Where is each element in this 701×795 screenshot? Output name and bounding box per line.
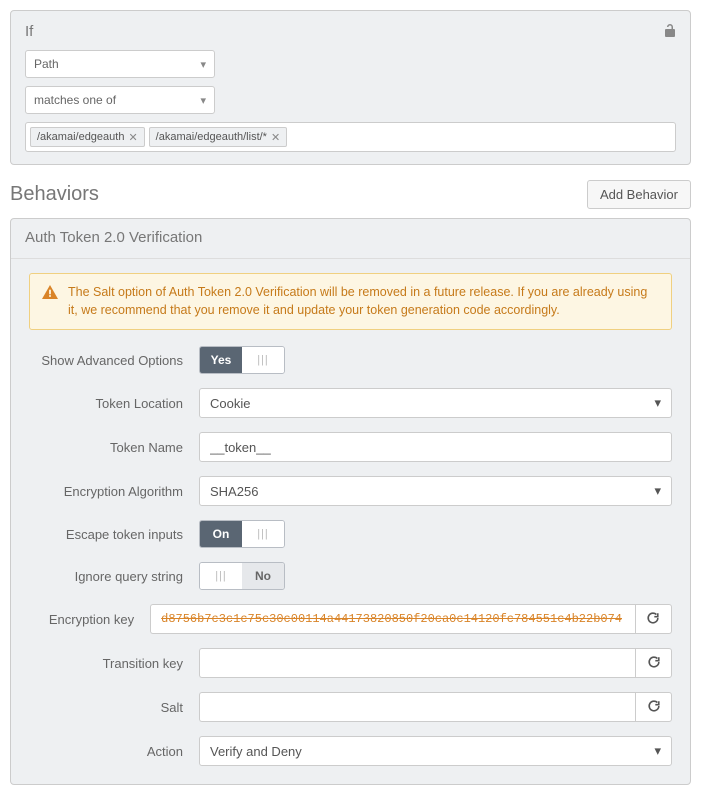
toggle-grip-icon: ||| bbox=[242, 347, 284, 373]
toggle-no: No bbox=[242, 563, 284, 589]
chevron-down-icon: ▾ bbox=[200, 58, 206, 71]
label-action: Action bbox=[29, 744, 199, 759]
token-name-input[interactable] bbox=[199, 432, 672, 462]
label-encryption-algorithm: Encryption Algorithm bbox=[29, 484, 199, 499]
advanced-options-toggle[interactable]: Yes ||| bbox=[199, 346, 285, 374]
salt-input[interactable] bbox=[199, 692, 635, 722]
regenerate-key-button[interactable] bbox=[635, 604, 672, 634]
if-panel-header: If bbox=[25, 23, 676, 40]
escape-inputs-toggle[interactable]: On ||| bbox=[199, 520, 285, 548]
warning-icon bbox=[42, 284, 58, 319]
warning-alert: The Salt option of Auth Token 2.0 Verifi… bbox=[29, 273, 672, 330]
label-token-name: Token Name bbox=[29, 440, 199, 455]
match-tag-label: /akamai/edgeauth/list/* bbox=[156, 131, 267, 143]
match-tag: /akamai/edgeauth/list/* ✕ bbox=[149, 127, 288, 147]
label-escape-inputs: Escape token inputs bbox=[29, 527, 199, 542]
if-title: If bbox=[25, 23, 33, 40]
if-panel: If Path ▾ matches one of ▾ /akamai/edgea… bbox=[10, 10, 691, 165]
refresh-icon bbox=[647, 699, 661, 716]
warning-text: The Salt option of Auth Token 2.0 Verifi… bbox=[68, 284, 659, 319]
chevron-down-icon: ▾ bbox=[654, 483, 661, 499]
toggle-on: On bbox=[200, 521, 242, 547]
behaviors-title: Behaviors bbox=[10, 183, 99, 206]
toggle-grip-icon: ||| bbox=[200, 563, 242, 589]
match-field-value: Path bbox=[34, 57, 59, 71]
behaviors-header: Behaviors Add Behavior bbox=[10, 179, 691, 210]
regenerate-transition-button[interactable] bbox=[635, 648, 672, 678]
match-operator-select[interactable]: matches one of ▾ bbox=[25, 86, 215, 114]
behavior-block: Auth Token 2.0 Verification The Salt opt… bbox=[10, 218, 691, 785]
encryption-algorithm-select[interactable]: SHA256 ▾ bbox=[199, 476, 672, 506]
match-tag: /akamai/edgeauth ✕ bbox=[30, 127, 145, 147]
transition-key-input[interactable] bbox=[199, 648, 635, 678]
label-encryption-key: Encryption key bbox=[29, 612, 150, 627]
toggle-grip-icon: ||| bbox=[242, 521, 284, 547]
match-field-select[interactable]: Path ▾ bbox=[25, 50, 215, 78]
behavior-title: Auth Token 2.0 Verification bbox=[11, 219, 690, 259]
tag-remove-icon[interactable]: ✕ bbox=[128, 131, 137, 144]
refresh-icon bbox=[646, 611, 660, 628]
match-values-input[interactable]: /akamai/edgeauth ✕ /akamai/edgeauth/list… bbox=[25, 122, 676, 152]
match-operator-value: matches one of bbox=[34, 93, 116, 107]
add-behavior-button[interactable]: Add Behavior bbox=[587, 180, 691, 209]
unlock-icon[interactable] bbox=[664, 23, 676, 40]
token-location-value: Cookie bbox=[210, 396, 250, 411]
label-salt: Salt bbox=[29, 700, 199, 715]
tag-remove-icon[interactable]: ✕ bbox=[271, 131, 280, 144]
encryption-algorithm-value: SHA256 bbox=[210, 484, 258, 499]
encryption-key-value: d8756b7c3c1c75c30c00114a44173820850f20ca… bbox=[161, 612, 622, 626]
label-advanced: Show Advanced Options bbox=[29, 353, 199, 368]
label-token-location: Token Location bbox=[29, 396, 199, 411]
chevron-down-icon: ▾ bbox=[654, 743, 661, 759]
action-select[interactable]: Verify and Deny ▾ bbox=[199, 736, 672, 766]
chevron-down-icon: ▾ bbox=[654, 395, 661, 411]
encryption-key-input[interactable]: d8756b7c3c1c75c30c00114a44173820850f20ca… bbox=[150, 604, 635, 634]
action-value: Verify and Deny bbox=[210, 744, 302, 759]
label-ignore-query: Ignore query string bbox=[29, 569, 199, 584]
behavior-body: The Salt option of Auth Token 2.0 Verifi… bbox=[11, 259, 690, 784]
toggle-yes: Yes bbox=[200, 347, 242, 373]
regenerate-salt-button[interactable] bbox=[635, 692, 672, 722]
refresh-icon bbox=[647, 655, 661, 672]
ignore-query-toggle[interactable]: ||| No bbox=[199, 562, 285, 590]
chevron-down-icon: ▾ bbox=[200, 94, 206, 107]
label-transition-key: Transition key bbox=[29, 656, 199, 671]
token-location-select[interactable]: Cookie ▾ bbox=[199, 388, 672, 418]
match-tag-label: /akamai/edgeauth bbox=[37, 131, 124, 143]
